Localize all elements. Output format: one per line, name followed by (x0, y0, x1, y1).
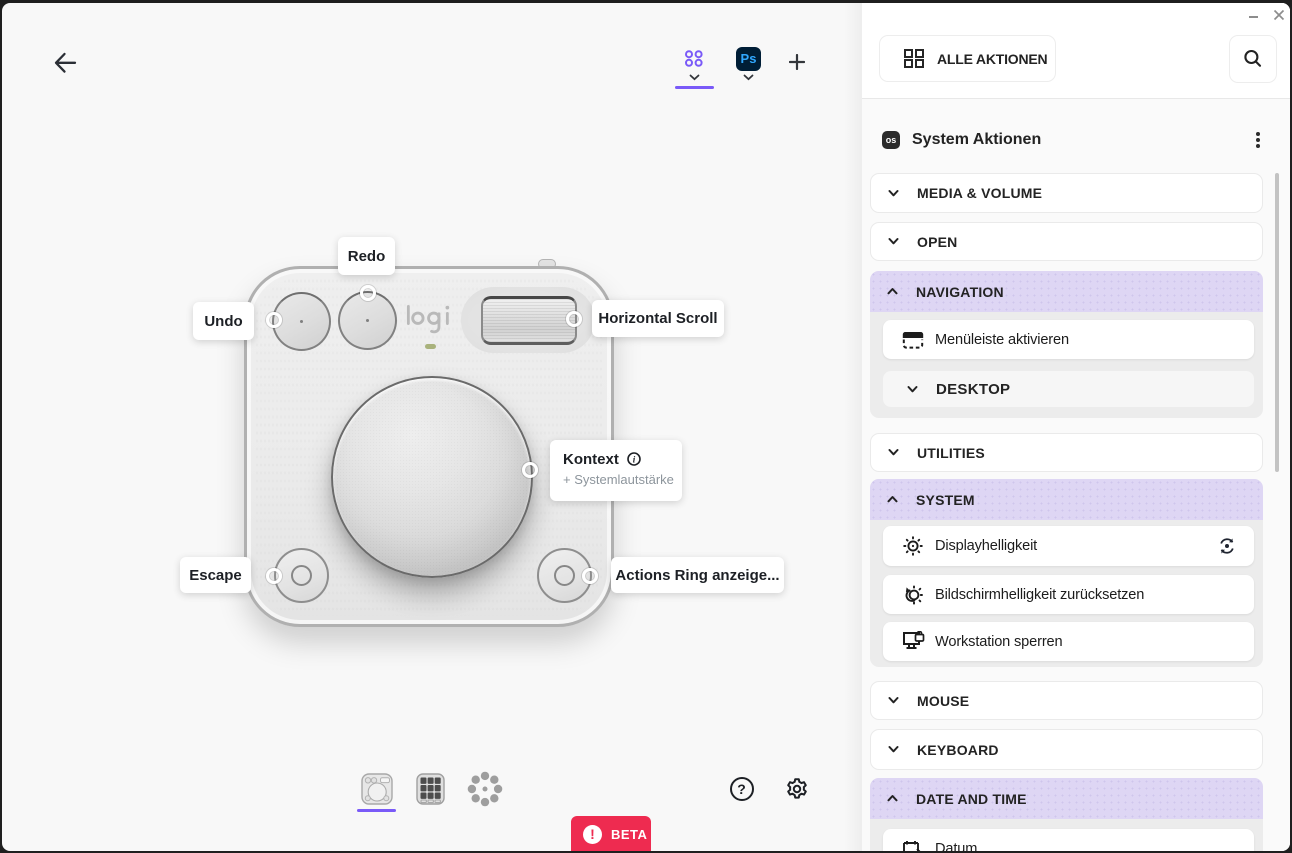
svg-text:i: i (633, 454, 636, 464)
